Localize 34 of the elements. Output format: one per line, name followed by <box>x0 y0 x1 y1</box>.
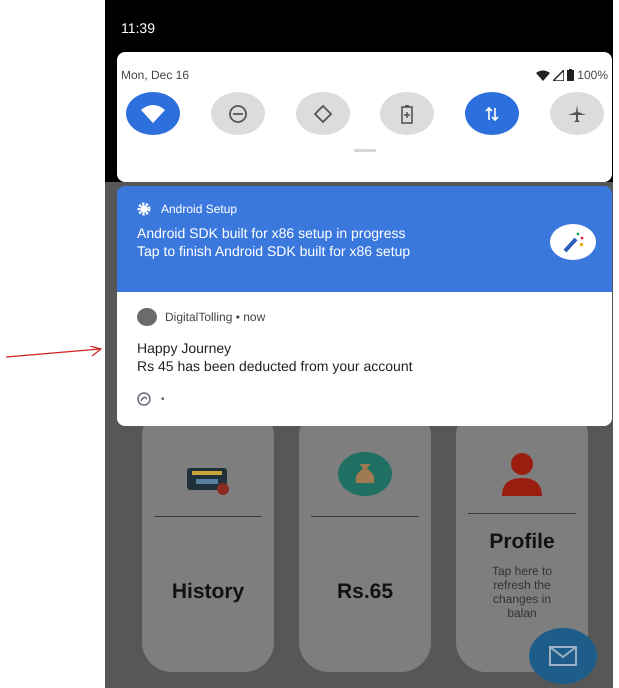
setup-notification[interactable]: Android Setup Android SDK built for x86 setup in progress Tap to finish Android SDK built for x86 setup <box>117 186 612 292</box>
airplane-icon <box>566 104 587 124</box>
card-title: History <box>172 580 244 604</box>
notification-app-name: Android Setup <box>161 202 238 216</box>
notification-header: DigitalTolling • now <box>165 310 266 324</box>
up-down-arrows-icon <box>485 106 500 122</box>
spiral-icon <box>137 392 151 406</box>
settings-icon <box>137 202 151 216</box>
date-label: Mon, Dec 16 <box>121 68 190 82</box>
wifi-icon <box>140 104 166 124</box>
drag-handle[interactable] <box>354 149 376 152</box>
clock-time: 11:39 <box>120 19 156 38</box>
battery-plus-icon <box>401 104 414 124</box>
battery-percentage: 100% <box>577 68 608 82</box>
notification-text: Rs 45 has been deducted from your account <box>137 358 414 374</box>
signal-icon <box>553 70 564 80</box>
app-icon <box>137 308 157 326</box>
quick-setting-tile[interactable] <box>126 92 180 135</box>
notification-text: Happy Journey <box>137 340 232 356</box>
notification-text: Tap to finish Android SDK built for x86 setup <box>137 243 410 259</box>
minus-circle-icon <box>228 104 248 124</box>
battery-icon <box>567 69 574 81</box>
card-title: Rs.65 <box>336 580 394 604</box>
card-description: Tap here to refresh the changes in balan <box>490 564 554 620</box>
footer-dot: • <box>161 394 165 404</box>
wallet-icon <box>186 466 230 496</box>
quick-setting-tile[interactable] <box>465 92 520 135</box>
magic-wand-icon <box>550 224 596 260</box>
tolling-notification[interactable]: DigitalTolling • now Happy Journey Rs 45 has been deducted from your account • <box>117 292 612 426</box>
wifi-icon <box>536 70 550 80</box>
envelope-icon <box>549 646 577 666</box>
card-title: Profile <box>489 530 555 554</box>
money-bag-icon <box>338 452 392 496</box>
notification-text: Android SDK built for x86 setup in progress <box>137 225 406 241</box>
